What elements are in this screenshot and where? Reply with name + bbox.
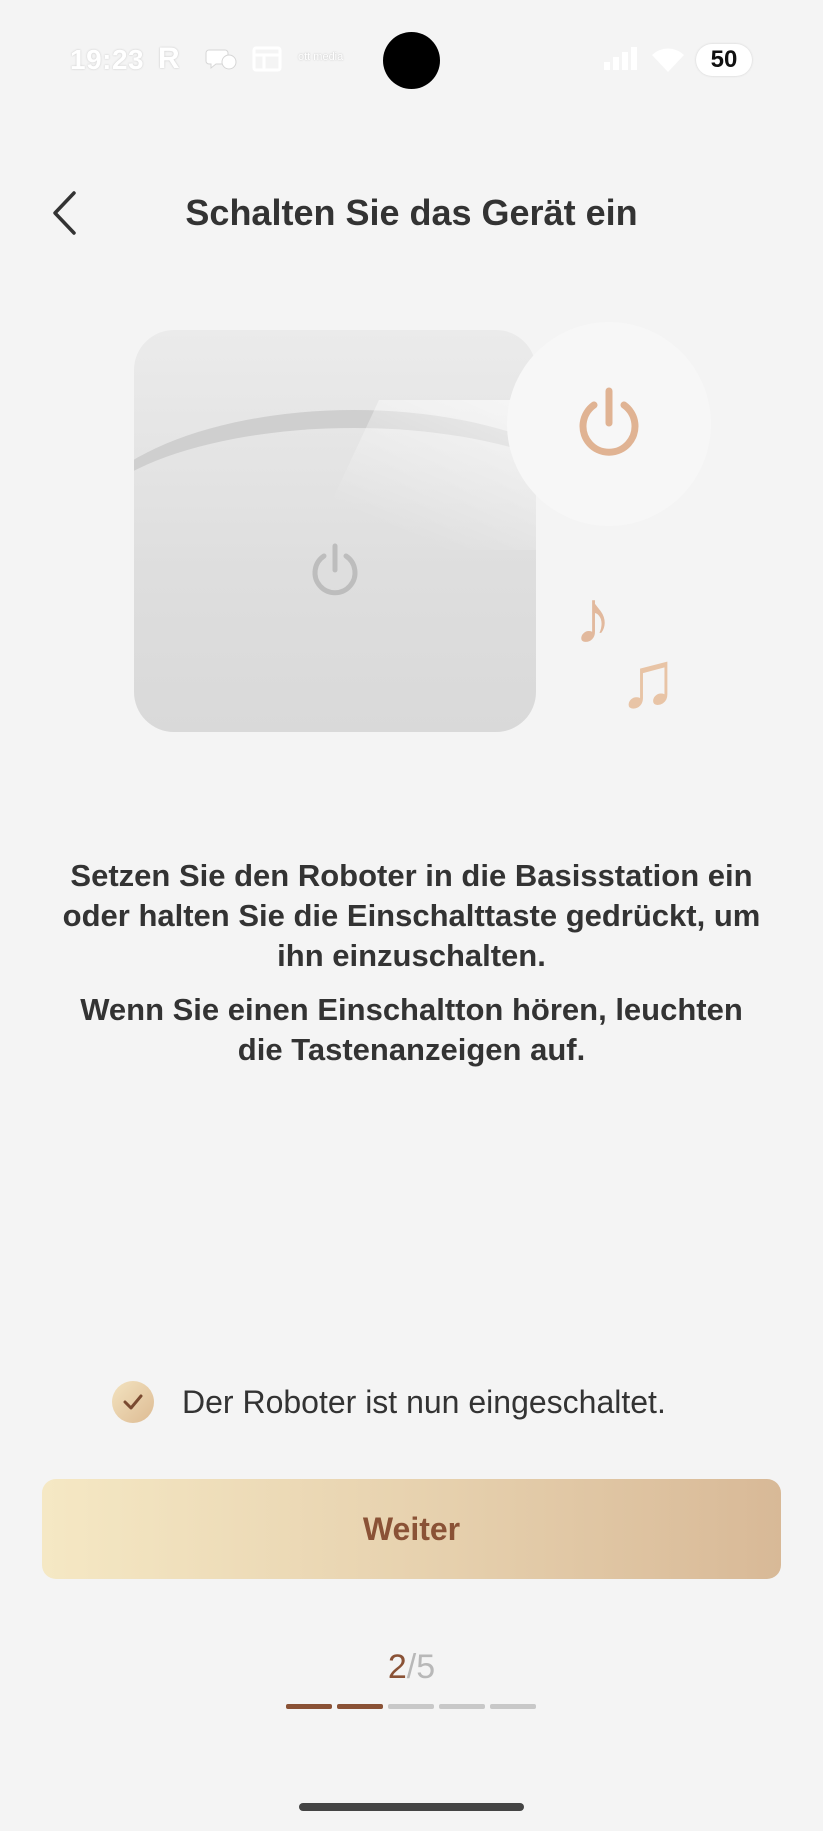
instructions: Setzen Sie den Roboter in die Basisstati… bbox=[60, 856, 763, 1084]
music-note-icon: ♪ bbox=[574, 575, 612, 660]
checkbox-checked[interactable] bbox=[112, 1381, 154, 1423]
step-separator: / bbox=[406, 1648, 417, 1686]
instruction-paragraph-1: Setzen Sie den Roboter in die Basisstati… bbox=[62, 858, 761, 973]
status-time: 19:23 bbox=[70, 44, 145, 75]
check-icon bbox=[123, 1394, 143, 1410]
power-bubble bbox=[507, 322, 711, 526]
progress-segment bbox=[337, 1704, 383, 1709]
progress-segment bbox=[388, 1704, 434, 1709]
back-button[interactable] bbox=[40, 188, 90, 238]
power-on-confirmation[interactable]: Der Roboter ist nun eingeschaltet. bbox=[112, 1380, 666, 1424]
chat-icon bbox=[205, 46, 237, 74]
wifi-icon bbox=[650, 46, 686, 74]
page-title: Schalten Sie das Gerät ein bbox=[185, 192, 638, 233]
step-total: 5 bbox=[416, 1648, 436, 1686]
step-indicator: 2/5 bbox=[0, 1648, 823, 1687]
battery-icon: 50 bbox=[696, 44, 752, 76]
signal-icon bbox=[602, 46, 640, 72]
battery-level: 50 bbox=[710, 46, 738, 73]
step-current: 2 bbox=[387, 1648, 407, 1686]
confirmation-label: Der Roboter ist nun eingeschaltet. bbox=[182, 1383, 666, 1420]
step-progress-bar bbox=[286, 1704, 536, 1709]
chevron-left-icon bbox=[53, 191, 76, 235]
instruction-paragraph-2: Wenn Sie einen Einschaltton hören, leuch… bbox=[80, 992, 743, 1067]
progress-segment bbox=[439, 1704, 485, 1709]
progress-segment bbox=[490, 1704, 536, 1709]
status-bar: 19:23 R ott media 50 bbox=[0, 0, 823, 120]
power-icon bbox=[579, 387, 639, 456]
front-camera bbox=[383, 32, 440, 89]
device-illustration: ♪ ♫ bbox=[130, 320, 720, 740]
power-icon bbox=[312, 543, 358, 596]
robot-device bbox=[134, 330, 536, 732]
news-icon bbox=[252, 46, 282, 72]
next-button[interactable]: Weiter bbox=[42, 1479, 781, 1579]
music-notes-icon: ♫ bbox=[618, 635, 678, 724]
home-indicator[interactable] bbox=[299, 1803, 524, 1811]
next-button-label: Weiter bbox=[362, 1510, 461, 1547]
ott-media-icon: ott media bbox=[298, 51, 344, 63]
progress-segment bbox=[286, 1704, 332, 1709]
r-app-icon: R bbox=[158, 42, 180, 75]
